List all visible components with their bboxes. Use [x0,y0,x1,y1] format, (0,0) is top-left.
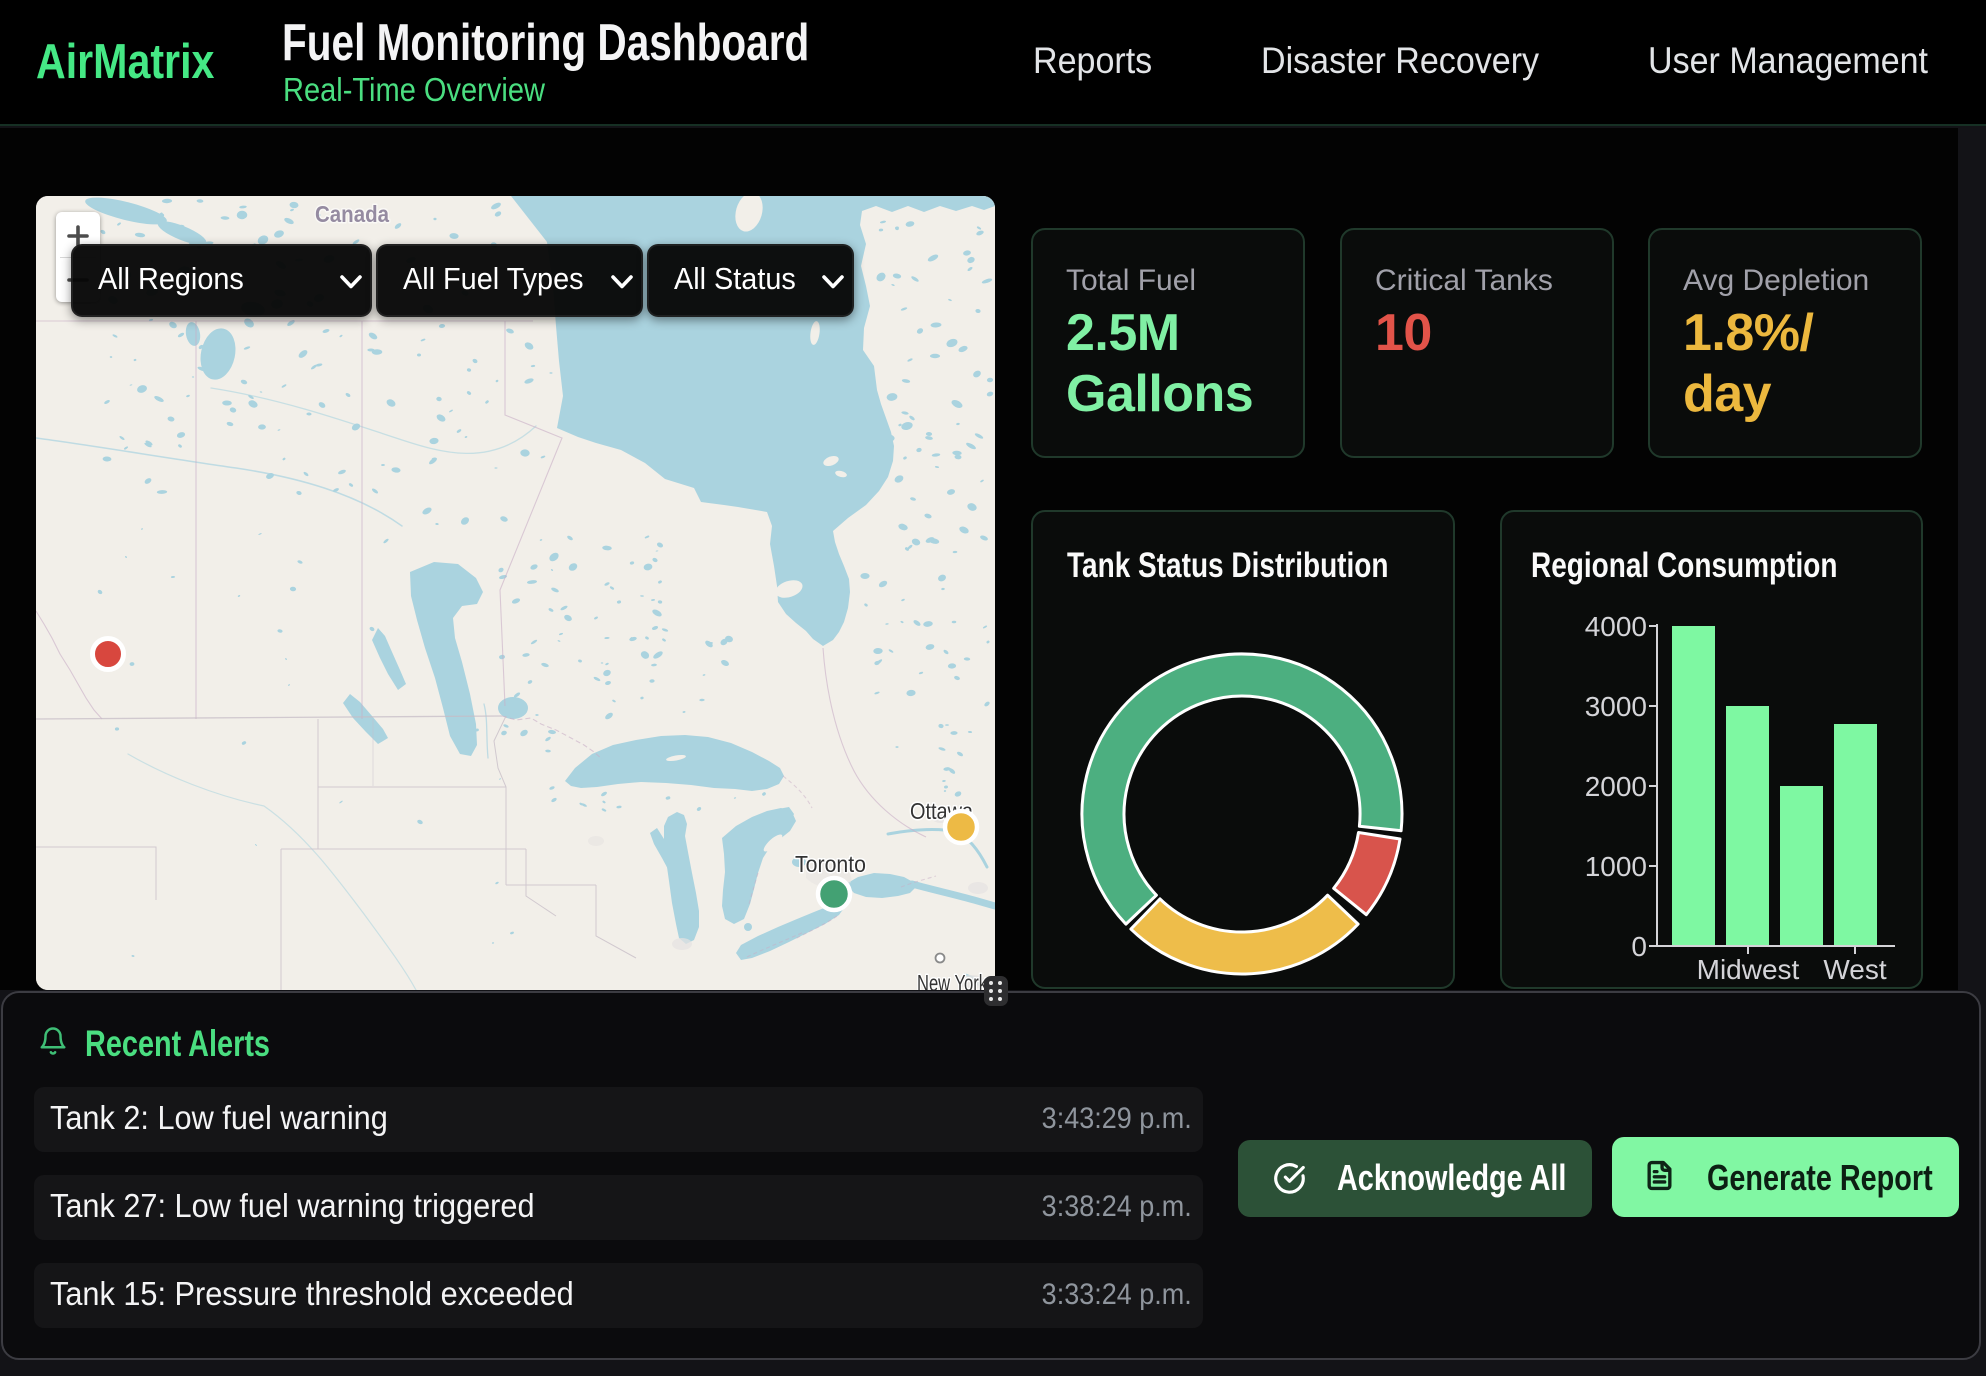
svg-text:4000: 4000 [1585,611,1647,642]
svg-text:3000: 3000 [1585,691,1647,722]
svg-text:West: West [1823,954,1886,985]
svg-text:New York: New York [917,970,987,990]
svg-text:Midwest: Midwest [1697,954,1800,985]
svg-text:0: 0 [1631,931,1647,962]
svg-text:Canada: Canada [315,201,389,227]
svg-text:1000: 1000 [1585,851,1647,882]
svg-text:Toronto: Toronto [795,851,866,877]
svg-text:2000: 2000 [1585,771,1647,802]
